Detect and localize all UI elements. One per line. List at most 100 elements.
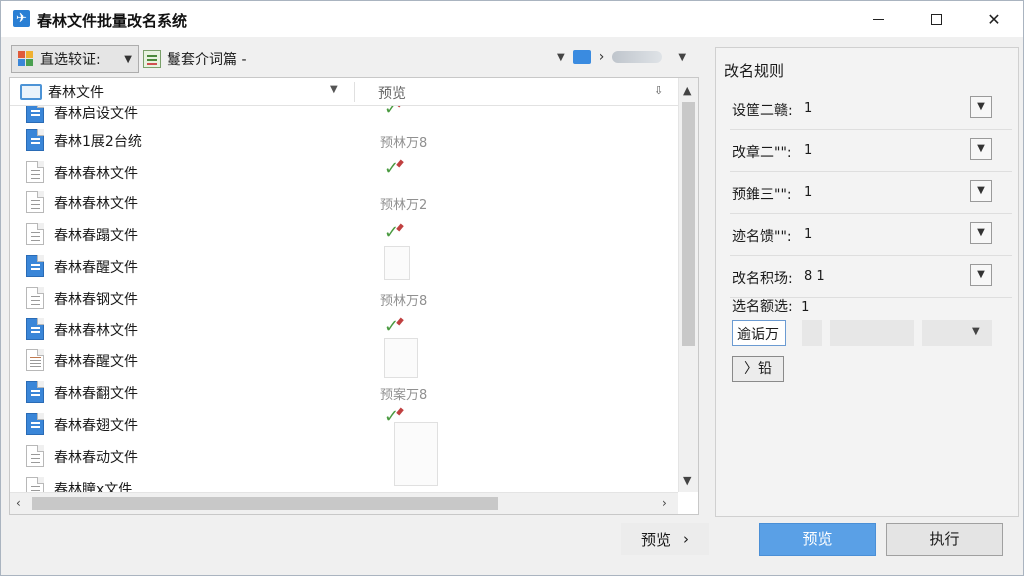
file-row[interactable]: 春林春翅文件 [10,408,678,439]
name-column-label: 春林文件 [48,85,104,101]
horizontal-scrollbar[interactable]: ‹ › [10,492,678,514]
column-divider[interactable] [354,82,355,102]
rule-apply-button[interactable]: 〉铅 [732,356,784,382]
file-row[interactable]: 春林春醒文件 [10,344,678,375]
file-row[interactable]: 春林春翻文件 预案万8 [10,376,678,407]
file-icon [26,445,44,467]
rule-last: 选名额选: 1 [732,296,809,316]
file-row[interactable]: 春林春钢文件 预林万8 [10,282,678,313]
rule-combo: 逾诟万 ▼ [732,320,994,348]
chevron-down-icon[interactable]: ▼ [330,84,338,95]
rule-row: 改名积场: 8 1 ▼ [730,256,1012,298]
rule-combo-field-4[interactable] [922,320,992,346]
file-name: 春林春动文件 [54,450,138,466]
path-field[interactable] [612,51,663,63]
rule-dropdown-button[interactable]: ▼ [970,222,992,244]
preview-text: 预林万2 [380,198,428,213]
close-button[interactable]: ✕ [971,1,1017,37]
file-row[interactable]: 春林春蹋文件 [10,218,678,249]
scroll-right-icon[interactable]: › [662,496,667,510]
minimize-icon [872,18,884,20]
file-name: 春林春醒文件 [54,260,138,276]
file-list-header: 春林文件 ▼ 预览 ⇩ [10,78,678,106]
file-thumbnail [384,246,410,280]
file-row[interactable]: 春林1展2台统 预林万8 [10,124,678,155]
rule-row: 设筐二赣: 1 ▼ [730,88,1012,130]
file-name: 春林瞳x文件 [54,482,133,492]
rule-dropdown-button[interactable]: ▼ [970,180,992,202]
file-name: 春林春醒文件 [54,354,138,370]
rule-value: 1 [804,101,813,116]
file-row[interactable]: 春林春林文件 预林万2 [10,186,678,217]
filter-dropdown[interactable]: 直选较证: ▼ [11,45,139,73]
name-column-header[interactable]: 春林文件 [20,82,104,102]
file-name: 春林春林文件 [54,323,138,339]
toolbar: 直选较证: ▼ 鬘套介词篇 - ▼ › ▼ [9,45,707,77]
check-icon: ✓ [384,158,400,179]
folder-icon[interactable] [572,50,591,64]
window-title: 春林文件批量改名系统 [37,12,188,30]
file-name: 春林春钢文件 [54,292,138,308]
minimize-button[interactable] [855,1,901,37]
chevron-down-icon: ▼ [124,54,132,65]
maximize-icon [930,13,942,25]
file-list-panel: 春林文件 ▼ 预览 ⇩ 春林启设文件 春林1展2台统 预林万8 春林春林文件 春林春林文… [9,77,699,515]
file-icon [26,161,44,183]
preview-button[interactable]: 预览 [759,523,876,556]
rule-value: 1 [804,143,813,158]
scroll-left-icon[interactable]: ‹ [16,496,21,510]
chevron-down-icon[interactable]: ▼ [678,52,686,63]
rule-dropdown-button[interactable]: ▼ [970,96,992,118]
scroll-down-icon[interactable]: ▼ [683,474,691,487]
preview-link-label: 预览 [640,530,671,549]
file-icon [26,413,44,435]
maximize-button[interactable] [913,1,959,37]
rule-dropdown-button[interactable]: ▼ [970,264,992,286]
rules-title: 改名规则 [724,62,785,80]
file-name: 春林春翅文件 [54,418,138,434]
file-row[interactable]: 春林春林文件 [10,313,678,344]
vertical-scroll-thumb[interactable] [682,102,695,346]
preview-column-header[interactable]: 预览 [378,83,406,103]
file-name: 春林春翻文件 [54,386,138,402]
preview-text: 预林万8 [380,136,428,151]
check-icon: ✓ [384,222,400,243]
file-row[interactable]: 春林春醒文件 [10,250,678,281]
rule-row: 迹名馈"": 1 ▼ [730,214,1012,256]
chevron-right-icon[interactable]: › [599,49,605,65]
file-icon [26,381,44,403]
rule-combo-field-3[interactable] [830,320,914,346]
title-bar: ✈ 春林文件批量改名系统 ✕ [1,1,1023,37]
preview-link-button[interactable]: 预览 › [621,523,709,555]
chevron-down-icon[interactable]: ▼ [557,52,565,63]
file-thumbnail [384,338,418,378]
check-icon: ✓ [384,106,399,119]
rule-combo-field-2[interactable] [802,320,822,346]
footer-bar: 预览 › 预览 执行 [1,517,1023,575]
file-icon [26,477,44,492]
file-icon [26,318,44,340]
execute-button[interactable]: 执行 [886,523,1003,556]
file-icon [26,287,44,309]
rule-combo-input[interactable]: 逾诟万 [732,320,786,346]
file-row[interactable]: 春林春动文件 [10,440,678,471]
file-name: 春林春林文件 [54,196,138,212]
rule-dropdown-button[interactable]: ▼ [970,138,992,160]
file-row[interactable]: 春林瞳x文件 [10,472,678,492]
scroll-up-icon[interactable]: ▲ [683,84,691,97]
rule-row: 预錐三"": 1 ▼ [730,172,1012,214]
template-tool-button[interactable]: 鬘套介词篇 - [143,49,247,69]
horizontal-scroll-thumb[interactable] [32,497,498,510]
rule-label: 改名积场: [732,271,793,287]
sort-icon[interactable]: ⇩ [654,84,663,97]
chevron-down-icon[interactable]: ▼ [972,326,980,337]
file-row[interactable]: 春林春林文件 [10,156,678,187]
rule-label: 预錐三"": [732,187,792,203]
rule-last-label: 选名额选: [732,299,793,315]
preview-text: 预案万8 [380,388,428,403]
rule-value: 1 [804,185,813,200]
file-name: 春林1展2台统 [54,134,142,150]
file-thumbnail [394,422,438,486]
check-icon: ✓ [384,316,400,337]
vertical-scrollbar[interactable]: ▲ ▼ [678,78,698,492]
